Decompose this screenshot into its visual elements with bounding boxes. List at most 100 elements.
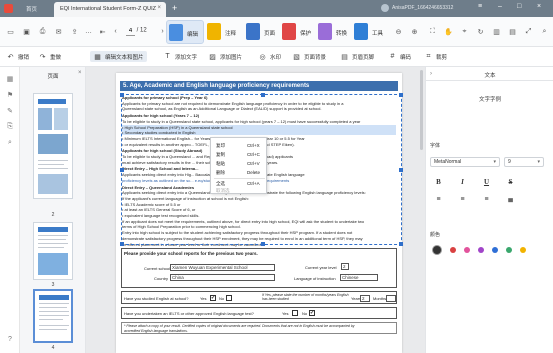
context-menu-copy[interactable]: 复制 Ctrl+C [211,150,268,159]
new-tab-icon[interactable]: + [172,3,177,13]
home-tab[interactable]: 首页 [26,5,37,13]
page-thumbnail[interactable] [33,93,73,199]
resize-handle[interactable] [399,242,403,246]
underline-icon[interactable]: U [482,177,491,186]
resize-handle[interactable] [120,93,124,97]
ielts-no-checkbox[interactable]: ✔ [309,310,315,316]
page-thumbnail[interactable] [33,222,73,280]
edit-text-image-button[interactable]: ▦ 编辑文本和图片 [90,51,147,62]
color-swatch[interactable] [506,247,512,253]
attachment-icon[interactable]: ⎘ [6,123,14,131]
color-swatch[interactable] [464,247,470,253]
italic-icon[interactable]: I [458,177,467,186]
layout-icon[interactable]: ▥ [492,27,501,36]
email-icon[interactable]: ✉ [54,27,63,36]
document-tab[interactable]: EQI International Student Form-Z QUIZ × [54,2,166,17]
watermark-button[interactable]: ◎ 水印 [258,52,281,61]
bold-icon[interactable]: B [434,177,443,186]
account-name[interactable]: AnisaPDF_1664246653312 [392,5,453,11]
studied-yes-checkbox[interactable]: ✔ [210,295,216,301]
strikethrough-icon[interactable]: S [506,177,515,186]
background-button[interactable]: ▧ 页面背景 [292,52,326,61]
align-right-icon[interactable]: ≡ [482,195,491,204]
vertical-scrollbar[interactable] [420,70,423,150]
mode-page[interactable]: 页面 [244,20,280,44]
mode-annotate[interactable]: 注释 [205,20,241,44]
search-icon[interactable]: ⌕ [540,27,549,36]
resize-handle[interactable] [399,93,403,97]
color-swatch[interactable] [432,245,442,255]
color-swatch[interactable] [478,247,484,253]
context-menu-delete[interactable]: 删除 Delete [211,168,268,177]
add-image-button[interactable]: ▨ 添加图片 [208,52,242,61]
avatar[interactable] [381,4,389,12]
resize-handle[interactable] [120,168,124,172]
prev-page-icon[interactable]: ‹ [111,27,120,36]
rotate-icon[interactable]: ↻ [476,27,485,36]
zoom-in-icon[interactable]: ⊕ [410,27,419,36]
print-icon[interactable]: ⎙ [38,27,47,36]
context-menu-deselect[interactable]: 取消选 [211,186,268,195]
align-center-icon[interactable]: ≡ [458,195,467,204]
document-page[interactable]: 5. Age, Academic and English language pr… [116,73,403,353]
resize-handle[interactable] [399,168,403,172]
hand-tool-icon[interactable]: ✋ [444,27,453,36]
bookmark-icon[interactable]: ⚑ [6,91,14,99]
resize-handle[interactable] [120,242,124,246]
open-file-icon[interactable]: ▭ [6,27,15,36]
menu-icon[interactable]: ≡ [478,3,482,10]
context-menu-cut[interactable]: 复印 Ctrl+X [211,141,268,150]
share-icon[interactable]: ⇪ [70,27,79,36]
color-swatch[interactable] [492,247,498,253]
color-swatch[interactable] [450,247,456,253]
header-footer-button[interactable]: ▤ 页眉页脚 [340,52,374,61]
panel-tab-text[interactable]: 文本 [426,71,553,79]
thumbnails-icon[interactable]: ▦ [6,75,14,83]
align-left-icon[interactable]: ≡ [434,195,443,204]
comment-icon[interactable]: ✎ [6,107,14,115]
select-icon[interactable]: ⌖ [460,27,469,36]
search-panel-icon[interactable]: ⌕ [6,139,14,147]
save-icon[interactable]: ▣ [22,27,31,36]
minimize-icon[interactable]: – [498,3,502,10]
crop-button[interactable]: ⌗ 裁剪 [424,52,448,61]
bates-button[interactable]: # 编码 [388,52,411,61]
current-year-field[interactable]: 2 [341,263,349,270]
page-input[interactable] [126,26,135,36]
resize-handle[interactable] [261,93,265,97]
add-text-button[interactable]: T 添加文字 [163,52,197,61]
section-header[interactable]: 5. Age, Academic and English language pr… [120,81,398,91]
studied-no-checkbox[interactable] [226,295,232,301]
undo-button[interactable]: ↶ 撤销 [6,52,29,61]
fit-page-icon[interactable]: ⛶ [428,27,437,36]
align-justify-icon[interactable]: ≣ [506,195,515,204]
language-field[interactable]: Chinese [340,274,378,281]
country-field[interactable]: China [170,274,275,281]
zoom-out-icon[interactable]: ⊖ [394,27,403,36]
document-viewer[interactable]: 5. Age, Academic and English language pr… [86,67,425,353]
maximize-icon[interactable]: □ [517,3,521,10]
mode-tools[interactable]: 工具 [352,20,388,44]
help-icon[interactable]: ? [6,335,14,343]
close-panel-icon[interactable]: × [78,70,82,76]
font-size-select[interactable]: 9 ▾ [504,157,544,167]
fullscreen-icon[interactable]: ⤢ [524,27,533,36]
close-tab-icon[interactable]: × [157,5,161,11]
page-thumbnail-selected[interactable] [33,289,73,343]
more-icon[interactable]: … [84,27,93,36]
color-swatch[interactable] [520,247,526,253]
context-menu-paste[interactable]: 粘贴 Ctrl+V [211,159,268,168]
resize-handle[interactable] [261,242,265,246]
mode-convert[interactable]: 转换 [316,20,352,44]
redo-button[interactable]: ↷ 重做 [38,52,61,61]
current-school-field[interactable]: Xiamen Wuyuan Experimental School [170,264,275,271]
close-window-icon[interactable]: × [537,3,541,10]
ielts-yes-checkbox[interactable] [292,310,298,316]
mode-edit[interactable]: 编辑 [166,20,204,44]
font-family-select[interactable]: MetaNormal ▾ [430,157,500,167]
mode-protect[interactable]: 保护 [280,20,316,44]
months-field[interactable] [386,295,396,302]
reader-icon[interactable]: ▤ [508,27,517,36]
years-field[interactable]: 2 [360,295,370,302]
first-page-icon[interactable]: ⇤ [98,27,107,36]
